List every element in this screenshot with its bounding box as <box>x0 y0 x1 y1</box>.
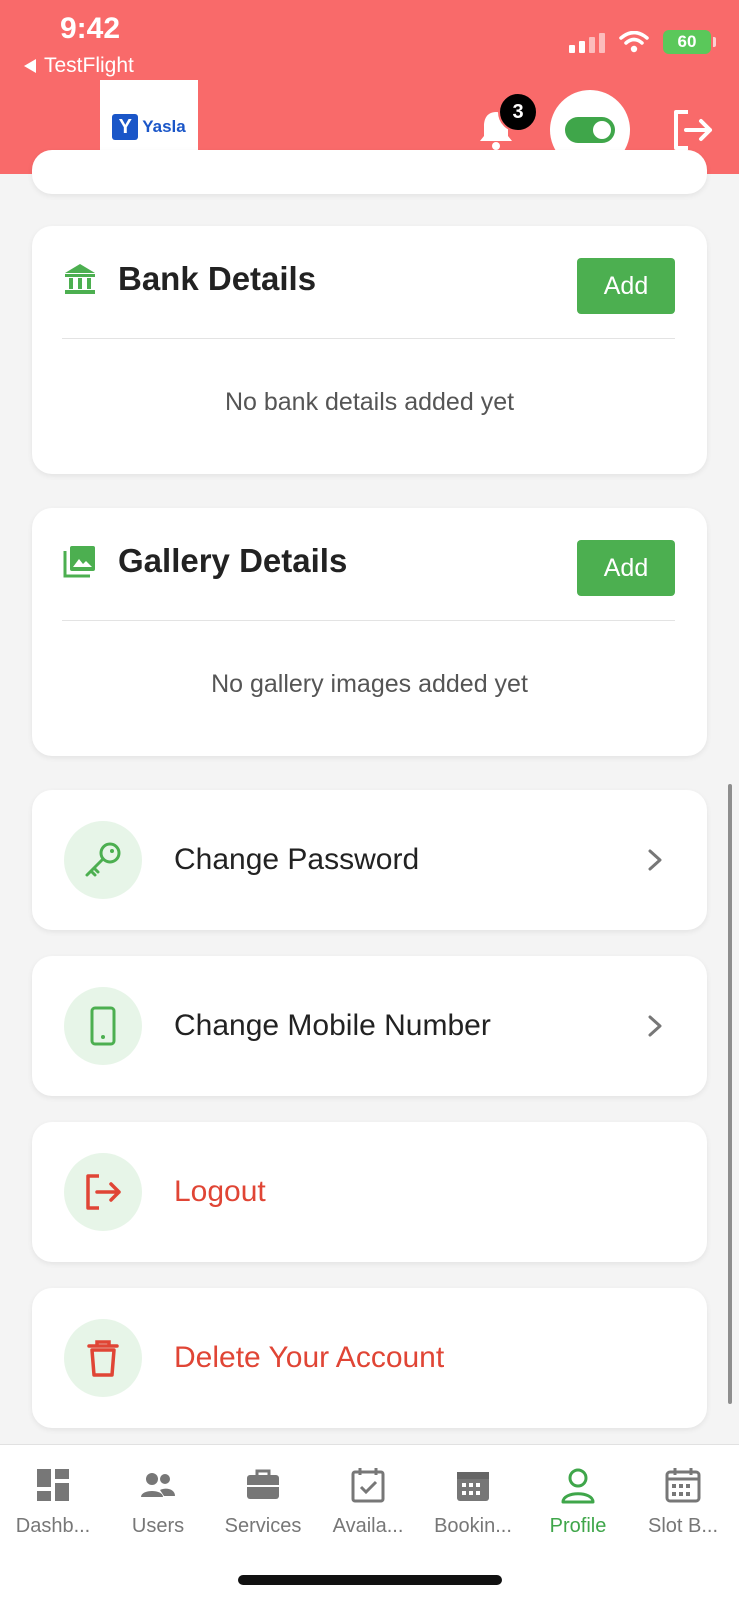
change-password-label: Change Password <box>174 843 420 876</box>
nav-users[interactable]: Users <box>105 1465 211 1538</box>
bank-details-title: Bank Details <box>118 260 317 297</box>
home-indicator[interactable] <box>238 1575 502 1585</box>
chevron-right-icon <box>648 849 662 871</box>
chevron-right-icon <box>648 1015 662 1037</box>
logout-icon[interactable] <box>668 106 716 154</box>
app-header: 9:42 TestFlight 60 Y Yasla 3 <box>0 0 739 174</box>
gallery-icon <box>63 546 95 578</box>
key-icon-wrap <box>64 821 142 899</box>
logo-mark: Y <box>112 114 139 140</box>
bank-empty-message: No bank details added yet <box>224 388 515 416</box>
person-icon <box>561 1468 595 1504</box>
bank-icon <box>65 264 95 294</box>
back-to-testflight[interactable]: TestFlight <box>24 54 134 78</box>
logout-icon <box>86 1174 121 1210</box>
trash-icon-wrap <box>64 1319 142 1397</box>
change-password-item[interactable]: Change Password <box>32 790 707 930</box>
dashboard-icon <box>37 1469 69 1501</box>
back-app-label: TestFlight <box>44 54 134 77</box>
nav-label: Availa... <box>332 1515 404 1537</box>
scrollbar[interactable] <box>728 784 732 1404</box>
nav-label: Dashb... <box>15 1515 91 1537</box>
key-icon <box>85 842 121 877</box>
calendar-grid-icon <box>665 1468 701 1503</box>
delete-account-label: Delete Your Account <box>174 1341 445 1374</box>
battery-level: 60 <box>677 32 697 51</box>
nav-bookings[interactable]: Bookin... <box>420 1465 526 1538</box>
nav-label: Bookin... <box>434 1515 512 1537</box>
bank-details-card: Bank Details Add No bank details added y… <box>32 226 707 474</box>
battery-icon: 60 <box>663 30 716 54</box>
divider <box>62 620 675 621</box>
status-time: 9:42 <box>60 12 121 45</box>
nav-label: Profile <box>549 1515 607 1537</box>
gallery-details-card: Gallery Details Add No gallery images ad… <box>32 508 707 756</box>
notification-badge: 3 <box>498 92 538 132</box>
add-bank-button[interactable]: Add <box>577 258 675 314</box>
briefcase-icon <box>247 1469 279 1499</box>
logout-label: Logout <box>174 1175 266 1208</box>
nav-label: Slot B... <box>647 1515 719 1537</box>
wifi-icon <box>619 31 649 53</box>
delete-account-item[interactable]: Delete Your Account <box>32 1288 707 1428</box>
nav-slot-booking[interactable]: Slot B... <box>630 1465 736 1538</box>
change-mobile-label: Change Mobile Number <box>174 1009 491 1042</box>
status-indicators: 60 <box>569 30 716 54</box>
users-icon <box>141 1473 175 1497</box>
logout-item[interactable]: Logout <box>32 1122 707 1262</box>
calendar-check-icon <box>351 1468 385 1503</box>
add-gallery-button[interactable]: Add <box>577 540 675 596</box>
logo-text: Yasla <box>142 117 186 136</box>
toggle-switch-icon <box>565 117 615 143</box>
trash-icon <box>87 1340 119 1377</box>
logout-icon-wrap <box>64 1153 142 1231</box>
nav-dashboard[interactable]: Dashb... <box>0 1465 106 1538</box>
back-arrow-icon <box>24 59 36 73</box>
phone-icon-wrap <box>64 987 142 1065</box>
divider <box>62 338 675 339</box>
gallery-empty-message: No gallery images added yet <box>211 670 528 698</box>
change-mobile-item[interactable]: Change Mobile Number <box>32 956 707 1096</box>
nav-profile[interactable]: Profile <box>525 1465 631 1538</box>
nav-label: Users <box>131 1515 185 1537</box>
nav-availability[interactable]: Availa... <box>315 1465 421 1538</box>
cellular-signal-icon <box>569 31 605 53</box>
previous-card <box>32 150 707 194</box>
gallery-details-title: Gallery Details <box>118 542 348 579</box>
phone-icon <box>90 1006 116 1046</box>
nav-services[interactable]: Services <box>210 1465 316 1538</box>
nav-label: Services <box>224 1515 302 1537</box>
calendar-icon <box>457 1472 489 1501</box>
